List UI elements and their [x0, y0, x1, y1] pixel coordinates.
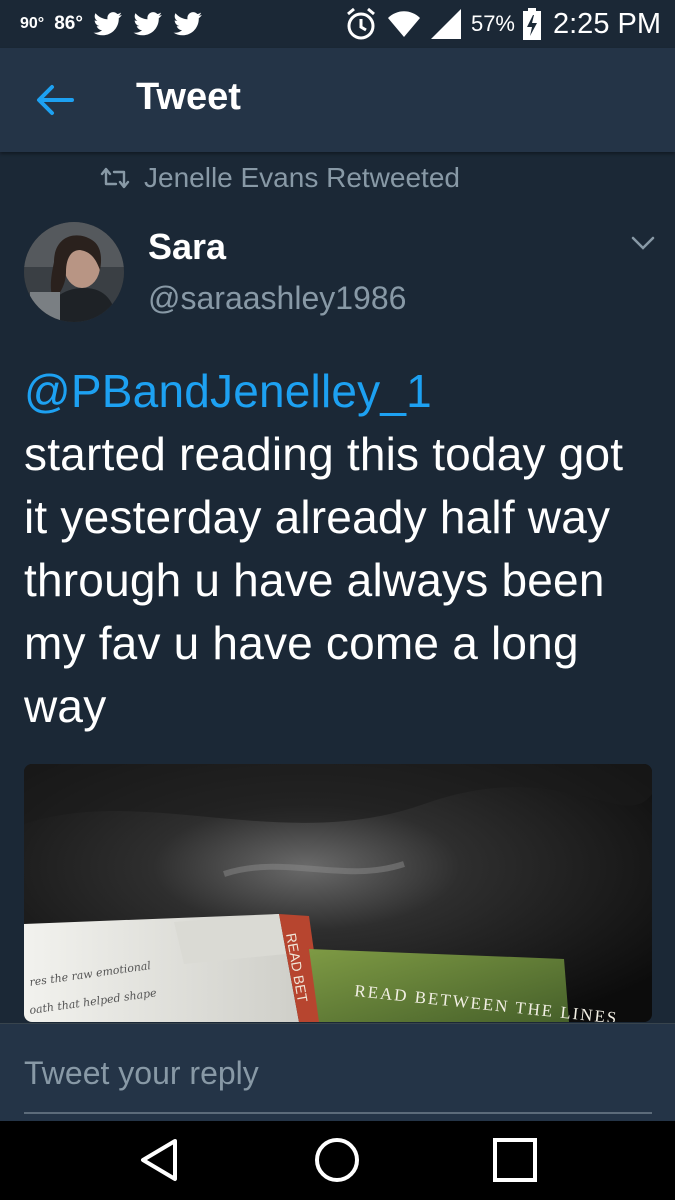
twitter-bird-icon — [173, 12, 202, 36]
signal-icon — [430, 9, 461, 39]
avatar[interactable] — [24, 222, 124, 322]
author-name[interactable]: Sara — [148, 226, 226, 268]
retweet-icon — [100, 167, 130, 189]
alarm-icon — [346, 7, 375, 40]
system-nav-bar — [0, 1121, 675, 1200]
wifi-icon — [387, 11, 420, 37]
author-handle[interactable]: @saraashley1986 — [148, 280, 406, 317]
back-arrow-icon[interactable] — [34, 82, 74, 118]
tweet-body: @PBandJenelley_1 started reading this to… — [24, 360, 654, 738]
tweet-media-image[interactable]: res the raw emotional oath that helped s… — [24, 764, 652, 1022]
reply-input[interactable] — [24, 1034, 652, 1114]
temperature-1: 90° — [20, 15, 45, 32]
nav-home-icon[interactable] — [312, 1135, 362, 1185]
nav-recents-icon[interactable] — [490, 1135, 540, 1185]
reply-bar — [0, 1023, 675, 1122]
tweet-text: started reading this today got it yester… — [24, 428, 624, 732]
page-title: Tweet — [136, 76, 241, 118]
app-bar: Tweet — [0, 48, 675, 152]
battery-charging-icon — [523, 8, 541, 40]
retweeted-by-label: Jenelle Evans Retweeted — [144, 162, 460, 193]
nav-back-icon[interactable] — [135, 1135, 185, 1185]
twitter-bird-icon — [93, 12, 122, 36]
clock: 2:25 PM — [553, 7, 661, 40]
temperature-2: 86° — [54, 13, 83, 34]
mention-link[interactable]: @PBandJenelley_1 — [24, 360, 654, 423]
chevron-down-icon[interactable] — [630, 234, 656, 252]
status-bar: 90° 86° 57% 2:25 PM — [0, 0, 675, 48]
battery-percent: 57% — [470, 11, 515, 36]
retweet-context[interactable]: Jenelle Evans Retweeted — [100, 158, 460, 198]
twitter-bird-icon — [133, 12, 162, 36]
